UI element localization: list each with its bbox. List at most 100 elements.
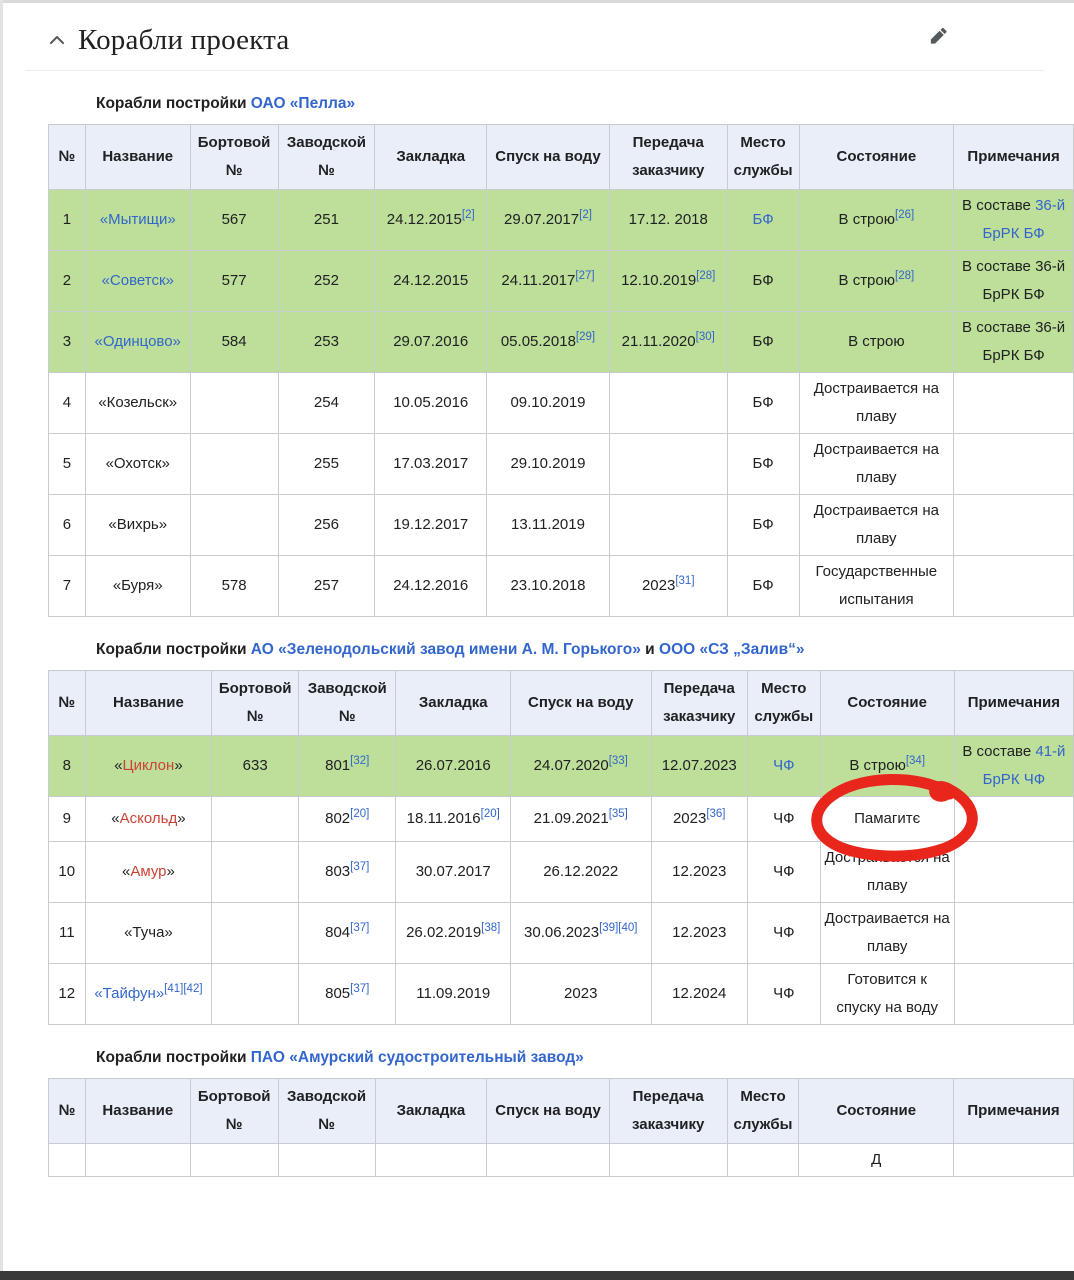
shipyard-link[interactable]: АО «Зеленодольский завод имени А. М. Гор… [251,641,641,658]
table-cell: 252 [278,251,375,312]
reference-link[interactable]: [35] [609,808,628,820]
table-cell: Достраивается на плаву [799,373,954,434]
reference-link[interactable]: [37] [350,983,369,995]
reference-link[interactable]: [26] [895,209,914,221]
table-row: 11«Туча»804[37]26.02.2019[38]30.06.2023[… [49,903,1074,964]
reference-link[interactable]: [39] [599,922,618,934]
ship-link[interactable]: ЧФ [773,757,794,774]
text: 2023 [564,985,597,1002]
table-cell: ЧФ [747,964,820,1025]
text: В составе [962,743,1035,760]
table-cell: 05.05.2018[29] [487,312,610,373]
reference-link[interactable]: [42] [183,983,202,995]
column-header: Примечания [954,1079,1074,1144]
text: Корабли постройки [96,95,251,112]
column-header: Название [85,671,212,736]
text: БФ [753,333,774,350]
table-cell: «Одинцово» [85,312,190,373]
text: 805 [325,985,350,1002]
column-header: Название [85,125,190,190]
reference-link[interactable]: [37] [350,861,369,873]
reference-link[interactable]: [31] [675,575,694,587]
text: 12 [58,985,75,1002]
text: 10.05.2016 [393,394,468,411]
reference-link[interactable]: [38] [481,922,500,934]
reference-link[interactable]: [20] [350,808,369,820]
reference-link[interactable]: [41] [164,983,183,995]
reference-link[interactable]: [28] [696,270,715,282]
text: 255 [314,455,339,472]
red-link[interactable]: Амур [130,863,166,880]
table-cell: 805[37] [299,964,396,1025]
text: БФ [753,516,774,533]
table-cell [190,495,278,556]
ship-link[interactable]: «Советск» [102,272,174,289]
table-cell: 24.12.2015[2] [375,190,487,251]
column-header: Место службы [727,125,799,190]
section-content: Корабли постройки ОАО «Пелла» №НазваниеБо… [0,95,1074,1177]
reference-link[interactable]: [33] [609,755,628,767]
text: Достраивается на плаву [814,502,939,547]
table-cell [609,1144,727,1177]
ship-link[interactable]: «Одинцово» [95,333,181,350]
text: В строю [849,757,905,774]
shipyard-link[interactable]: ООО «СЗ „Залив“» [659,641,804,658]
reference-link[interactable]: [34] [906,755,925,767]
table-cell: «Амур» [85,842,212,903]
text: ЧФ [773,924,794,941]
table-cell: В составе 36-й БрРК БФ [954,312,1074,373]
table-cell: 2 [49,251,86,312]
reference-link[interactable]: [37] [350,922,369,934]
reference-link[interactable]: [2] [462,209,475,221]
table-cell: В составе 41-й БрРК ЧФ [954,736,1073,797]
text: «Козельск» [98,394,177,411]
reference-link[interactable]: [29] [576,331,595,343]
header-row: №НазваниеБортовой №Заводской №ЗакладкаСп… [49,671,1074,736]
table-cell: 2023 [510,964,651,1025]
text: « [114,757,122,774]
text: «Вихрь» [108,516,167,533]
reference-link[interactable]: [20] [481,808,500,820]
ships-table: №НазваниеБортовой №Заводской №ЗакладкаСп… [48,124,1074,617]
shipyard-link[interactable]: ОАО «Пелла» [251,95,355,112]
text: 23.10.2018 [510,577,585,594]
text: Достраивается на плаву [814,441,939,486]
table-cell: БФ [727,373,799,434]
table-cell: Памагитє [820,797,954,842]
screenshot-left-edge [0,0,3,1280]
red-link[interactable]: Циклон [123,757,175,774]
column-header: Передача заказчику [609,1079,727,1144]
ship-link[interactable]: БФ [753,211,774,228]
table-row: 9«Аскольд»802[20]18.11.2016[20]21.09.202… [49,797,1074,842]
table-cell: 11.09.2019 [396,964,511,1025]
reference-link[interactable]: [28] [895,270,914,282]
text: 21.11.2020 [622,333,696,350]
red-link[interactable]: Аскольд [120,810,178,827]
reference-link[interactable]: [27] [575,270,594,282]
table-cell [609,373,727,434]
text: и [641,641,659,658]
ship-link[interactable]: «Мытищи» [100,211,176,228]
text: В составе [962,197,1035,214]
table-cell [190,373,278,434]
chevron-up-icon[interactable] [48,31,66,49]
reference-link[interactable]: [36] [706,808,725,820]
text: БФ [753,455,774,472]
table-cell: БФ [727,251,799,312]
reference-link[interactable]: [2] [579,209,592,221]
shipyard-link[interactable]: ПАО «Амурский судостроительный завод» [251,1049,584,1066]
reference-link[interactable]: [32] [350,755,369,767]
reference-link[interactable]: [40] [618,922,637,934]
text: 12.2023 [672,924,726,941]
ship-link[interactable]: «Тайфун» [94,985,164,1002]
reference-link[interactable]: [30] [696,331,715,343]
text: Достраивается на плаву [825,849,950,894]
table-cell: «Охотск» [85,434,190,495]
pencil-icon[interactable] [930,27,951,48]
text: БФ [753,272,774,289]
table-cell: 803[37] [299,842,396,903]
table-cell: 18.11.2016[20] [396,797,511,842]
table-cell: В строю[26] [799,190,954,251]
table-cell [727,1144,799,1177]
text: « [111,810,119,827]
